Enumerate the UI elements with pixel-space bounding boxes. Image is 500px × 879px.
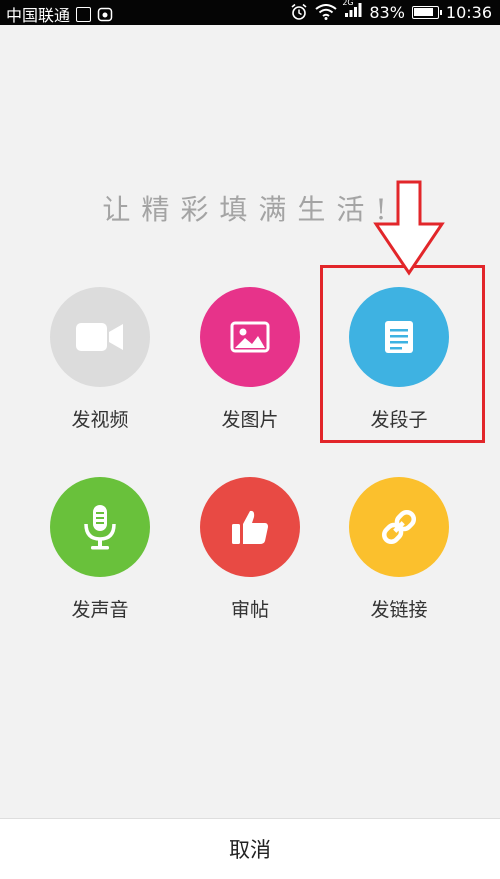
picture-notification-icon [76,6,92,22]
post-video-button[interactable]: 发视频 [35,287,165,432]
highlight-box [320,265,485,443]
wifi-icon [315,4,337,20]
status-bar: 中国联通 2G 83% 10:36 [0,0,500,25]
post-video-label: 发视频 [71,409,129,431]
battery-percent: 83% [369,2,405,22]
clock-time: 10:36 [445,2,492,22]
signal-icon: 2G [342,0,362,22]
video-camera-icon [50,287,150,387]
post-link-button[interactable]: 发链接 [334,477,464,622]
post-image-label: 发图片 [221,409,279,431]
post-audio-label: 发声音 [71,599,129,621]
review-posts-label: 审帖 [230,599,269,621]
down-arrow-icon [373,180,445,276]
post-audio-button[interactable]: 发声音 [35,477,165,622]
post-link-label: 发链接 [370,599,428,621]
app-notification-icon [97,6,113,22]
review-posts-button[interactable]: 审帖 [185,477,315,622]
microphone-icon [50,477,150,577]
post-image-button[interactable]: 发图片 [185,287,315,432]
image-icon [200,287,300,387]
network-type-label: 2G [342,0,354,7]
carrier-name: 中国联通 [6,6,71,25]
battery-icon [411,5,442,19]
alarm-icon [290,3,308,21]
thumbs-up-icon [200,477,300,577]
cancel-button[interactable]: 取消 [0,818,500,879]
link-icon [349,477,449,577]
